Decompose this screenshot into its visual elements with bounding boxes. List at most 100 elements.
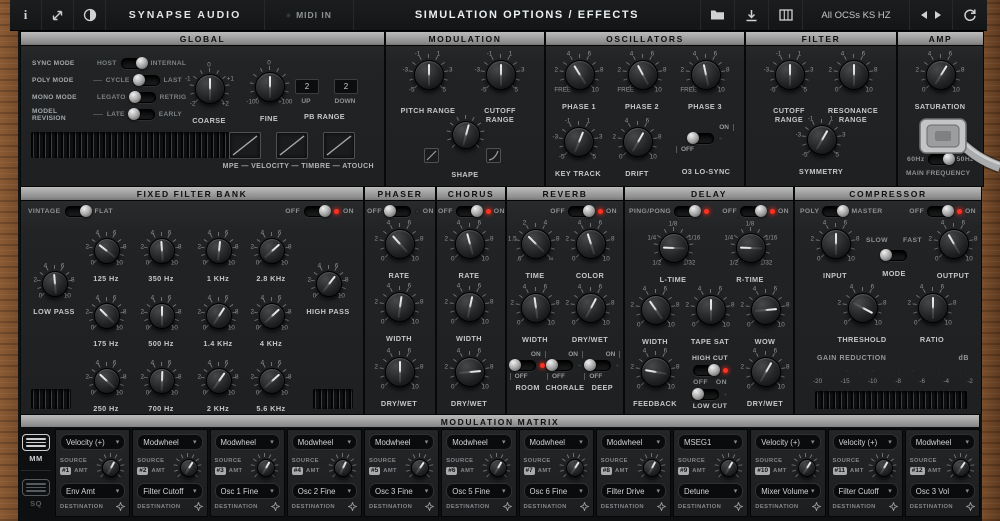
mod-source-select[interactable]: Modwheel ▾ bbox=[137, 434, 203, 450]
matrix-mm-button[interactable] bbox=[22, 434, 50, 451]
saturation-knob[interactable]: 0 2 4 6 8 10 bbox=[914, 48, 966, 100]
symmetry-knob[interactable]: -5 -3 -1 1 3 5 bbox=[795, 113, 847, 165]
delay-width-knob[interactable]: 0 2 4 6 8 10 bbox=[629, 283, 681, 335]
reverb-room-switch[interactable] bbox=[509, 359, 546, 371]
ffb-band-knob[interactable]: 0 2 4 6 8 10 bbox=[139, 358, 183, 402]
delay-drywet-knob[interactable]: 0 2 4 6 8 10 bbox=[739, 345, 791, 397]
chorus-1-knob[interactable]: 0 2 4 6 8 10 bbox=[443, 280, 495, 332]
fine-knob[interactable]: -100 0 +100 bbox=[243, 60, 295, 112]
mpe-velocity-curve[interactable] bbox=[229, 132, 261, 159]
phaser-power-switch[interactable] bbox=[383, 205, 420, 217]
mod-source-select[interactable]: Modwheel ▾ bbox=[369, 434, 435, 450]
threshold-knob[interactable]: 0 2 4 6 8 10 bbox=[836, 281, 888, 333]
resonance-range-knob[interactable]: 0 2 4 6 8 10 bbox=[827, 48, 879, 100]
mod-amt-knob[interactable] bbox=[559, 452, 589, 482]
mod-amt-knob[interactable] bbox=[95, 452, 125, 482]
ffb-band-knob[interactable]: 0 2 4 6 8 10 bbox=[84, 228, 128, 272]
mod-amt-knob[interactable] bbox=[945, 452, 975, 482]
resize-icon[interactable] bbox=[42, 0, 74, 30]
drift-knob[interactable]: 0 2 4 6 8 10 bbox=[611, 115, 663, 167]
matrix-sq-button[interactable] bbox=[22, 479, 50, 496]
mod-dest-select[interactable]: Filter Cutoff ▾ bbox=[137, 483, 203, 499]
mod-amt-knob[interactable] bbox=[868, 452, 898, 482]
comp-output-knob[interactable]: 0 2 4 6 8 10 bbox=[927, 217, 979, 269]
delay-power-switch[interactable] bbox=[740, 205, 775, 217]
mod-dest-select[interactable]: Osc 3 Vol ▾ bbox=[909, 483, 975, 499]
pb-range-up-value[interactable]: 2 bbox=[295, 79, 319, 94]
ffb-band-knob[interactable]: 0 2 4 6 8 10 bbox=[84, 293, 128, 337]
mpe-atouch-curve[interactable] bbox=[323, 132, 355, 159]
phaser-1-knob[interactable]: 0 2 4 6 8 10 bbox=[373, 280, 425, 332]
chorus-2-knob[interactable]: 0 2 4 6 8 10 bbox=[443, 345, 495, 397]
next-preset-icon[interactable] bbox=[935, 11, 941, 19]
r-time-knob[interactable]: 1/2 1/4 1/8 1/16 1/32 bbox=[724, 221, 777, 273]
pitch-range-knob[interactable]: -5 -3 -1 1 3 5 bbox=[402, 48, 454, 100]
feedback-knob[interactable]: 0 2 4 6 8 10 bbox=[629, 345, 681, 397]
mod-dest-select[interactable]: Env Amt ▾ bbox=[60, 483, 126, 499]
mod-source-select[interactable]: Velocity (+) ▾ bbox=[60, 434, 126, 450]
mod-source-select[interactable]: MSEG1 ▾ bbox=[678, 434, 744, 450]
preset-name[interactable]: All OCSs KS HZ bbox=[803, 0, 910, 30]
key-track-knob[interactable]: -5 -3 -1 1 3 5 bbox=[552, 115, 604, 167]
mod-amt-knob[interactable] bbox=[713, 452, 743, 482]
o3-losync-switch[interactable] bbox=[686, 132, 723, 144]
mod-source-select[interactable]: Modwheel ▾ bbox=[446, 434, 512, 450]
high-cut-switch[interactable] bbox=[692, 364, 728, 376]
ffb-band-knob[interactable]: 0 2 4 6 8 10 bbox=[249, 358, 293, 402]
mod-amt-knob[interactable] bbox=[482, 452, 512, 482]
ffb-band-knob[interactable]: 0 2 4 6 8 10 bbox=[196, 293, 240, 337]
mod-amt-knob[interactable] bbox=[404, 452, 434, 482]
mod-dest-select[interactable]: Osc 6 Fine ▾ bbox=[523, 483, 589, 499]
ratio-knob[interactable]: 0 2 4 6 8 10 bbox=[906, 281, 958, 333]
mod-source-select[interactable]: Modwheel ▾ bbox=[523, 434, 589, 450]
reverb-deep-switch[interactable] bbox=[583, 359, 620, 371]
global-mode-switch[interactable] bbox=[132, 74, 160, 86]
phaser-0-knob[interactable]: 0 2 4 6 8 10 bbox=[373, 217, 425, 269]
phase1-knob[interactable]: FREE 2 4 6 8 10 bbox=[553, 48, 605, 100]
reverb-color-knob[interactable]: 0 2 4 6 8 10 bbox=[564, 217, 616, 269]
contrast-icon[interactable] bbox=[74, 0, 106, 30]
global-mode-switch[interactable] bbox=[127, 108, 155, 120]
mod-dest-select[interactable]: Osc 5 Fine ▾ bbox=[446, 483, 512, 499]
ffb-mode-switch[interactable] bbox=[64, 205, 92, 217]
mod-source-select[interactable]: Modwheel ▾ bbox=[291, 434, 357, 450]
mpe-timbre-curve[interactable] bbox=[276, 132, 308, 159]
mod-amt-knob[interactable] bbox=[327, 452, 357, 482]
ffb-power-switch[interactable] bbox=[304, 205, 339, 217]
mod-dest-select[interactable]: Filter Drive ▾ bbox=[600, 483, 666, 499]
reverb-time-knob[interactable]: .6 1.5 2 4 8 ∞ bbox=[508, 217, 561, 269]
mod-dest-select[interactable]: Mixer Volume ▾ bbox=[755, 483, 821, 499]
phaser-2-knob[interactable]: 0 2 4 6 8 10 bbox=[373, 345, 425, 397]
mod-source-select[interactable]: Velocity (+) ▾ bbox=[832, 434, 898, 450]
folder-icon[interactable] bbox=[701, 0, 735, 30]
mod-dest-select[interactable]: Osc 2 Fine ▾ bbox=[291, 483, 357, 499]
reverb-width-knob[interactable]: 0 2 4 6 8 10 bbox=[509, 281, 561, 333]
mod-dest-select[interactable]: Osc 1 Fine ▾ bbox=[214, 483, 280, 499]
low-pass-knob[interactable]: 0 2 4 6 8 10 bbox=[32, 261, 76, 305]
low-cut-switch[interactable] bbox=[691, 388, 728, 400]
mod-source-select[interactable]: Modwheel ▾ bbox=[214, 434, 280, 450]
compressor-power-switch[interactable] bbox=[927, 205, 962, 217]
mod-dest-select[interactable]: Detune ▾ bbox=[678, 483, 744, 499]
reverb-drywet-knob[interactable]: 0 2 4 6 8 10 bbox=[564, 281, 616, 333]
mod-amt-knob[interactable] bbox=[791, 452, 821, 482]
reverb-power-switch[interactable] bbox=[568, 205, 603, 217]
mod-amt-knob[interactable] bbox=[636, 452, 666, 482]
phase3-knob[interactable]: FREE 2 4 6 8 10 bbox=[679, 48, 731, 100]
cutoff-range-knob[interactable]: -5 -3 -1 1 3 5 bbox=[474, 48, 526, 100]
high-pass-knob[interactable]: 0 2 4 6 8 10 bbox=[306, 261, 350, 305]
chorus-0-knob[interactable]: 0 2 4 6 8 10 bbox=[443, 217, 495, 269]
comp-input-knob[interactable]: 0 2 4 6 8 10 bbox=[809, 217, 861, 269]
reload-icon[interactable] bbox=[953, 0, 987, 30]
info-icon[interactable]: i bbox=[10, 0, 42, 30]
wow-knob[interactable]: 0 2 4 6 8 10 bbox=[739, 283, 791, 335]
preset-browser-icon[interactable] bbox=[769, 0, 803, 30]
mod-source-select[interactable]: Velocity (+) ▾ bbox=[755, 434, 821, 450]
chorus-power-switch[interactable] bbox=[455, 205, 491, 217]
ffb-band-knob[interactable]: 0 2 4 6 8 10 bbox=[139, 293, 183, 337]
pingpong-switch[interactable] bbox=[674, 205, 710, 217]
mod-source-select[interactable]: Modwheel ▾ bbox=[909, 434, 975, 450]
ffb-band-knob[interactable]: 0 2 4 6 8 10 bbox=[249, 293, 293, 337]
prev-preset-icon[interactable] bbox=[921, 11, 927, 19]
mod-amt-knob[interactable] bbox=[250, 452, 280, 482]
